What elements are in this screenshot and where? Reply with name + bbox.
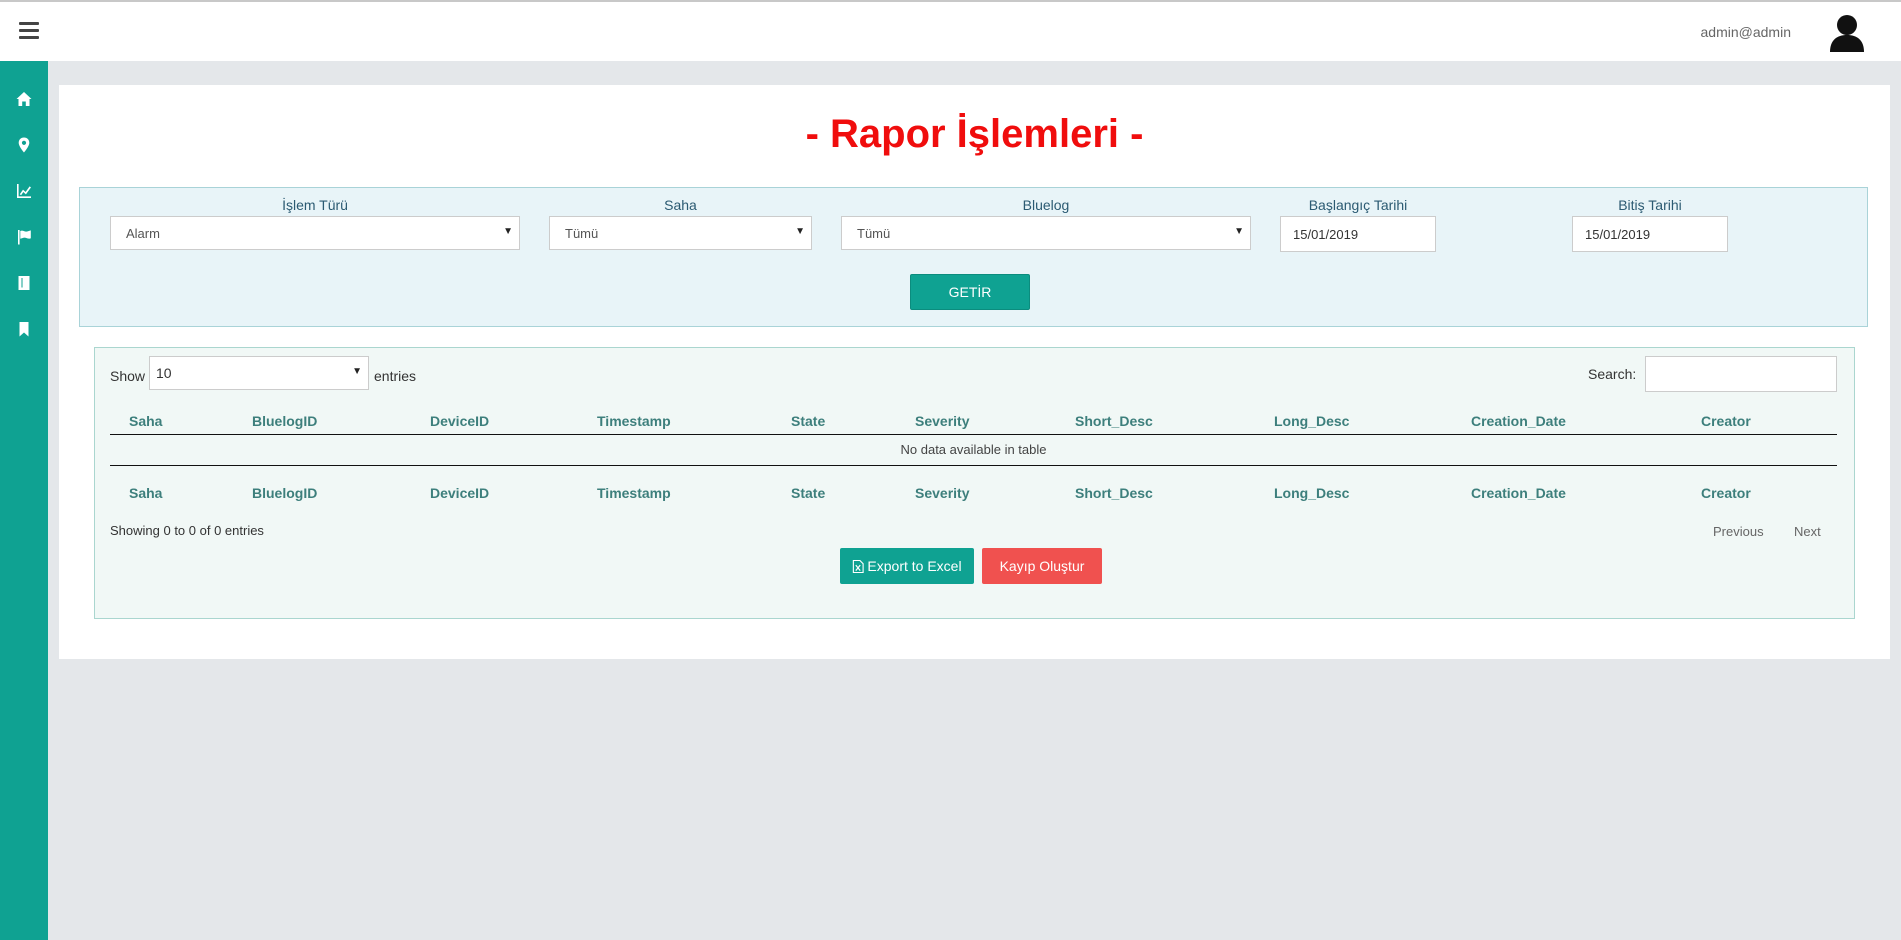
table-panel: Show 10 ▼ entries Search: Saha BluelogID…: [94, 347, 1855, 619]
column-header-short-desc[interactable]: Short_Desc: [1075, 413, 1153, 429]
saha-select[interactable]: Tümü ▼: [549, 216, 812, 250]
chevron-down-icon: ▼: [1234, 226, 1244, 237]
line-chart-icon[interactable]: [0, 177, 48, 205]
chevron-down-icon: ▼: [795, 226, 805, 237]
user-avatar-icon[interactable]: [1829, 14, 1865, 52]
bluelog-label: Bluelog: [1022, 197, 1070, 213]
table-info: Showing 0 to 0 of 0 entries: [110, 523, 264, 538]
menu-toggle-icon[interactable]: [19, 22, 39, 39]
bluelog-value: Tümü: [857, 226, 891, 241]
user-email[interactable]: admin@admin: [1701, 24, 1791, 40]
column-header-saha[interactable]: Saha: [129, 413, 162, 429]
top-bar: admin@admin: [0, 0, 1901, 61]
column-footer-bluelogid: BluelogID: [252, 485, 318, 501]
column-footer-creation-date: Creation_Date: [1471, 485, 1566, 501]
column-header-bluelogid[interactable]: BluelogID: [252, 413, 317, 429]
saha-value: Tümü: [565, 226, 599, 241]
page-title: - Rapor İşlemleri -: [805, 112, 1144, 156]
column-header-creation-date[interactable]: Creation_Date: [1471, 413, 1566, 429]
entries-label: entries: [374, 368, 417, 384]
export-excel-label: Export to Excel: [867, 558, 962, 574]
content-card: - Rapor İşlemleri - İşlem Türü Alarm ▼ S…: [59, 85, 1890, 659]
column-header-deviceid[interactable]: DeviceID: [430, 413, 489, 429]
chevron-down-icon: ▼: [503, 226, 513, 237]
column-footer-short-desc: Short_Desc: [1075, 485, 1153, 501]
islem-turu-label: İşlem Türü: [282, 197, 348, 213]
map-marker-icon[interactable]: [0, 131, 48, 159]
column-footer-timestamp: Timestamp: [597, 485, 671, 501]
baslangic-label: Başlangıç Tarihi: [1308, 197, 1408, 213]
kayip-olustur-button[interactable]: Kayıp Oluştur: [982, 548, 1102, 584]
column-header-timestamp[interactable]: Timestamp: [597, 413, 671, 429]
islem-turu-select[interactable]: Alarm ▼: [110, 216, 520, 250]
flag-icon[interactable]: [0, 223, 48, 251]
filter-panel: İşlem Türü Alarm ▼ Saha Tümü ▼ Bluelog T…: [79, 187, 1868, 327]
column-footer-severity: Severity: [915, 485, 970, 501]
sidebar: [0, 61, 48, 940]
bluelog-select[interactable]: Tümü ▼: [841, 216, 1251, 250]
saha-label: Saha: [664, 197, 697, 213]
search-input[interactable]: [1645, 356, 1837, 392]
column-header-severity[interactable]: Severity: [915, 413, 969, 429]
export-excel-button[interactable]: Export to Excel: [840, 548, 974, 584]
show-label: Show: [110, 368, 146, 384]
file-excel-icon: [853, 559, 865, 574]
getir-button[interactable]: GETİR: [910, 274, 1030, 310]
home-icon[interactable]: [0, 85, 48, 113]
column-footer-deviceid: DeviceID: [430, 485, 490, 501]
islem-turu-value: Alarm: [126, 226, 160, 241]
previous-page-button[interactable]: Previous: [1713, 524, 1764, 539]
bitis-label: Bitiş Tarihi: [1618, 197, 1682, 213]
search-label: Search:: [1588, 366, 1637, 382]
column-footer-state: State: [791, 485, 826, 501]
entries-length-select[interactable]: 10 ▼: [149, 356, 369, 390]
column-footer-saha: Saha: [129, 485, 163, 501]
table-header: Saha BluelogID DeviceID Timestamp State …: [110, 404, 1837, 435]
chevron-down-icon: ▼: [352, 366, 362, 377]
column-footer-creator: Creator: [1701, 485, 1751, 501]
column-header-state[interactable]: State: [791, 413, 825, 429]
next-page-button[interactable]: Next: [1794, 524, 1821, 539]
bookmark-icon[interactable]: [0, 315, 48, 343]
column-header-long-desc[interactable]: Long_Desc: [1274, 413, 1349, 429]
empty-table-message: No data available in table: [110, 435, 1837, 466]
entries-length-value: 10: [156, 365, 172, 381]
baslangic-date-input[interactable]: 15/01/2019: [1280, 216, 1436, 252]
book-icon[interactable]: [0, 269, 48, 297]
table-footer: Saha BluelogID DeviceID Timestamp State …: [110, 476, 1837, 506]
bitis-date-input[interactable]: 15/01/2019: [1572, 216, 1728, 252]
column-header-creator[interactable]: Creator: [1701, 413, 1751, 429]
column-footer-long-desc: Long_Desc: [1274, 485, 1350, 501]
